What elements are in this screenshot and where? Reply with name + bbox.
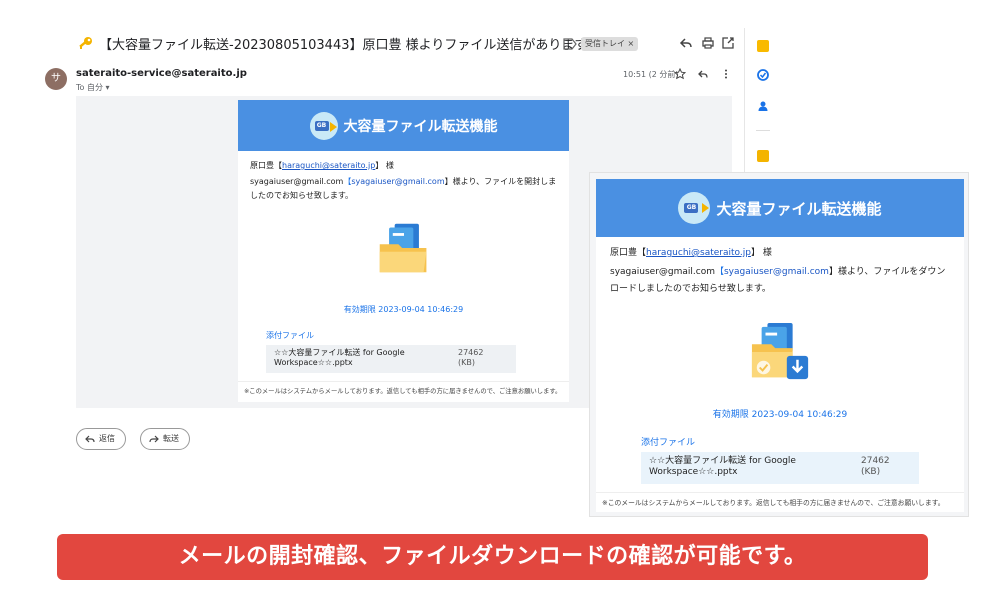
- logo-arrow-icon: [329, 121, 337, 132]
- reply-icon[interactable]: [697, 68, 709, 80]
- keep-icon[interactable]: [757, 40, 769, 52]
- side-divider: [756, 130, 770, 131]
- email-subject: 【大容量ファイル転送-20230805103443】原口豊 様よりファイル送信が…: [99, 38, 600, 53]
- user-email: syagaiuser@gmail.com: [250, 177, 344, 186]
- forward-button-label: 転送: [163, 434, 179, 443]
- recipient-email-link[interactable]: haraguchi@sateraito.jp: [282, 161, 375, 170]
- attachment-name: ☆☆大容量ファイル転送 for Google Workspace☆☆.pptx: [274, 348, 405, 367]
- reply-icon: [85, 435, 95, 443]
- inbox-label-chip[interactable]: 受信トレイ ×: [581, 37, 639, 51]
- reply-all-icon[interactable]: [679, 36, 693, 50]
- email-body-card: GB 大容量ファイル転送機能 原口豊【haraguchi@sateraito.j…: [238, 100, 569, 402]
- attachment-name: ☆☆大容量ファイル転送 for Google Workspace☆☆.pptx: [649, 456, 796, 477]
- feature-caption-banner: メールの開封確認、ファイルダウンロードの確認が可能です。: [57, 534, 928, 580]
- more-options-icon[interactable]: [720, 68, 732, 80]
- mail-message: 原口豊【haraguchi@sateraito.jp】 様 syagaiuser…: [238, 151, 569, 211]
- screenshot-stage: 【大容量ファイル転送-20230805103443】原口豊 様よりファイル送信が…: [0, 0, 1000, 602]
- user-email-link[interactable]: syagaiuser@gmail.com: [351, 177, 444, 186]
- expiry-date: 有効期限 2023-09-04 10:46:29: [712, 410, 848, 420]
- subject-row: 【大容量ファイル転送-20230805103443】原口豊 様よりファイル送信が…: [33, 28, 745, 60]
- recipient-name: 原口豊【: [610, 248, 647, 258]
- reply-button[interactable]: 返信: [76, 428, 126, 450]
- app-logo: GB: [678, 192, 711, 224]
- sender-email: sateraito-service@sateraito.jp: [76, 68, 247, 79]
- attachment-item[interactable]: ☆☆大容量ファイル転送 for Google Workspace☆☆.pptx …: [641, 452, 919, 484]
- banner: GB 大容量ファイル転送機能: [238, 100, 569, 151]
- user-email-link[interactable]: syagaiuser@gmail.com: [724, 267, 829, 277]
- app-logo: GB: [309, 111, 338, 140]
- sender-avatar: サ: [45, 68, 67, 90]
- sent-time: 10:51 (2 分前): [623, 70, 679, 79]
- banner-title: 大容量ファイル転送機能: [716, 199, 882, 218]
- download-notice-email: GB 大容量ファイル転送機能 原口豊【haraguchi@sateraito.j…: [589, 172, 969, 517]
- reply-button-label: 返信: [99, 434, 115, 443]
- logo-arrow-icon: [702, 203, 710, 213]
- download-folder-icon: [751, 322, 809, 380]
- print-icon[interactable]: [701, 36, 715, 50]
- forward-button[interactable]: 転送: [140, 428, 190, 450]
- tasks-icon[interactable]: [757, 69, 769, 81]
- banner: GB 大容量ファイル転送機能: [596, 179, 964, 237]
- logo-badge: GB: [684, 203, 699, 213]
- forward-icon: [149, 435, 159, 443]
- star-icon[interactable]: [674, 68, 686, 80]
- recipient-honorific: 】 様: [750, 248, 772, 258]
- download-email-card: GB 大容量ファイル転送機能 原口豊【haraguchi@sateraito.j…: [596, 179, 964, 512]
- notice-text: syagaiuser@gmail.com【syagaiuser@gmail.co…: [250, 175, 557, 203]
- system-notice-footer: ※このメールはシステムからメールしております。返信しても相手の方に届きませんので…: [596, 492, 964, 513]
- attachment-item[interactable]: ☆☆大容量ファイル転送 for Google Workspace☆☆.pptx …: [266, 345, 516, 373]
- attachment-label: 添付ファイル: [641, 438, 696, 448]
- bracket-open: 【: [714, 267, 724, 277]
- key-icon: [79, 37, 92, 49]
- recipient-details-toggle[interactable]: To 自分 ▾: [76, 82, 110, 93]
- attachment-label: 添付ファイル: [266, 331, 314, 340]
- recipient-honorific: 】 様: [375, 161, 394, 170]
- recipient-email-link[interactable]: haraguchi@sateraito.jp: [646, 248, 751, 258]
- attachment-size: 27462 (KB): [861, 456, 890, 477]
- logo-badge: GB: [314, 120, 329, 131]
- open-new-window-icon[interactable]: [721, 36, 735, 50]
- user-email: syagaiuser@gmail.com: [610, 267, 715, 277]
- folder-icon: [379, 223, 427, 273]
- recipient-name: 原口豊【: [250, 161, 282, 170]
- mail-message: 原口豊【haraguchi@sateraito.jp】 様 syagaiuser…: [596, 237, 964, 306]
- label-icon[interactable]: [563, 38, 577, 50]
- expiry-date: 有効期限 2023-09-04 10:46:29: [343, 305, 464, 314]
- contacts-icon[interactable]: [757, 100, 769, 112]
- attachment-size: 27462 (KB): [458, 348, 484, 367]
- addon-icon[interactable]: [757, 150, 769, 162]
- notice-text: syagaiuser@gmail.com【syagaiuser@gmail.co…: [610, 264, 950, 298]
- side-apps-panel: [748, 28, 778, 188]
- recipient-line: 原口豊【haraguchi@sateraito.jp】 様: [610, 245, 950, 262]
- recipient-line: 原口豊【haraguchi@sateraito.jp】 様: [250, 159, 557, 173]
- system-notice-footer: ※このメールはシステムからメールしております。返信しても相手の方に届きませんので…: [238, 381, 569, 402]
- banner-title: 大容量ファイル転送機能: [343, 118, 498, 135]
